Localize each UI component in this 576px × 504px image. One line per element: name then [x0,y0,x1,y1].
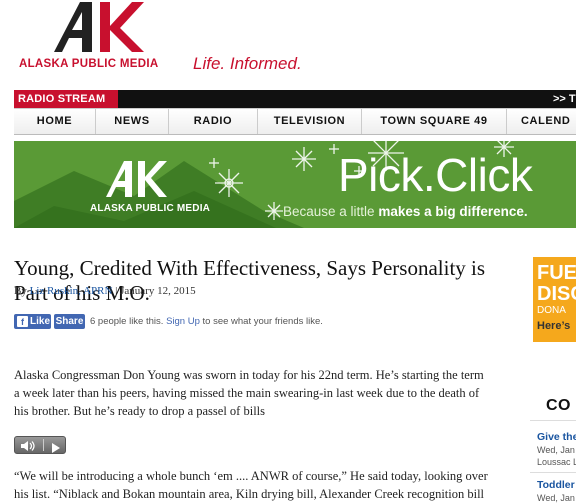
byline-prefix: By [14,285,30,297]
sidebar-ad-line4: Here’s [537,320,571,332]
facebook-icon: f [17,316,28,327]
nav-item-calendar[interactable]: CALEND [507,109,576,134]
sidebar-section-heading: CO [546,397,571,414]
nav-item-home[interactable]: HOME [14,109,96,134]
nav-item-radio[interactable]: RADIO [169,109,258,134]
sidebar-divider [530,472,576,473]
article-title: Young, Credited With Effectiveness, Says… [14,256,486,305]
nav-item-news[interactable]: NEWS [96,109,169,134]
audio-player[interactable] [14,436,66,454]
sidebar-event-location: Loussac Li [537,457,576,467]
volume-icon[interactable] [19,439,39,451]
sidebar-event-link[interactable]: Give the [537,431,576,443]
main-nav: HOME NEWS RADIO TELEVISION TOWN SQUARE 4… [14,108,576,135]
article-byline: By Liz Ruskin, APRN | January 12, 2015 [14,285,196,297]
article-paragraph: Alaska Congressman Don Young was sworn i… [14,368,484,418]
tagline: Life. Informed. [193,54,302,73]
banner-brand-text: ALASKA PUBLIC MEDIA [90,203,211,214]
facebook-social-text: 6 people like this. Sign Up to see what … [90,314,323,329]
banner-subline: Because a little makes a big difference. [283,204,528,219]
sidebar-event-link[interactable]: Toddler [537,479,575,491]
facebook-share-button[interactable]: Share [54,314,85,329]
logo-text[interactable]: ALASKA PUBLIC MEDIA [19,58,158,70]
audio-divider [43,439,44,451]
author-link[interactable]: Liz Ruskin, APRN [30,285,113,297]
facebook-signup-link[interactable]: Sign Up [166,316,200,327]
nav-item-television[interactable]: TELEVISION [258,109,362,134]
sidebar-ad-line2: DISC [537,283,576,305]
article-paragraph: “We will be introducing a whole bunch ‘e… [14,469,488,501]
facebook-like-button[interactable]: f Like [14,314,51,329]
banner-headline: Pick.Click [338,149,533,201]
banner-subline-bold: makes a big difference. [378,204,528,219]
facebook-signup-suffix: to see what your friends like. [199,316,323,327]
facebook-like-label: Like [30,316,51,327]
radio-stream-expand[interactable]: >> T [553,90,576,108]
facebook-like-count: 6 people like this. [90,316,164,327]
radio-stream-button[interactable]: RADIO STREAM [14,90,118,108]
nav-item-town-square-49[interactable]: TOWN SQUARE 49 [362,109,507,134]
sidebar-ad-line3: DONA [537,305,566,316]
sidebar-divider [530,420,576,421]
sidebar-ad-line1: FUE [537,262,576,284]
byline-separator: | [112,285,121,297]
article-date: January 12, 2015 [120,285,196,297]
sidebar-event-date: Wed, Jan [537,445,575,455]
banner-subline-prefix: Because a little [283,204,379,219]
play-icon[interactable] [51,440,61,458]
sidebar-event-date: Wed, Jan [537,493,575,503]
